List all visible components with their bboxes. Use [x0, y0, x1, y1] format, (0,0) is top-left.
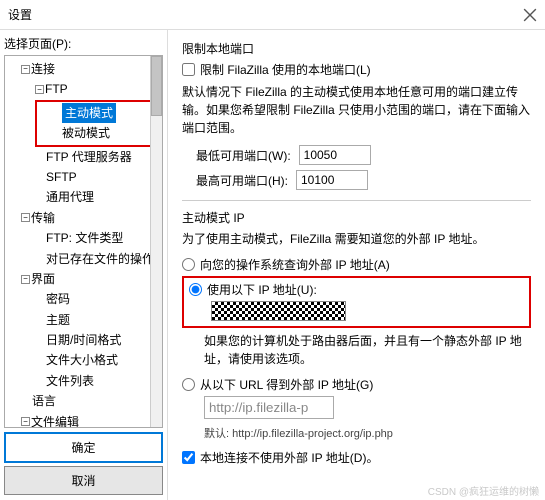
radio-ask-os-label: 向您的操作系统查询外部 IP 地址(A) — [200, 256, 390, 273]
watermark: CSDN @疯狂运维的树懒 — [428, 483, 539, 498]
expander-icon[interactable]: − — [35, 85, 44, 94]
url-default-note: 默认: http://ip.filezilla-project.org/ip.p… — [204, 425, 531, 441]
tree-file-types[interactable]: FTP: 文件类型 — [46, 228, 123, 248]
radio-ask-os[interactable] — [182, 258, 195, 271]
cancel-button[interactable]: 取消 — [4, 466, 163, 495]
window-title: 设置 — [8, 6, 32, 23]
tree-theme[interactable]: 主题 — [46, 310, 70, 330]
radio-from-url[interactable] — [182, 378, 195, 391]
tree-password[interactable]: 密码 — [46, 289, 70, 309]
tree-passive-mode[interactable]: 被动模式 — [62, 123, 110, 143]
group-limit-ports-title: 限制本地端口 — [182, 40, 531, 57]
low-port-input[interactable] — [299, 145, 371, 165]
low-port-label: 最低可用端口(W): — [196, 147, 291, 164]
ip-address-input[interactable] — [211, 301, 346, 321]
high-port-label: 最高可用端口(H): — [196, 172, 288, 189]
tree-filelist[interactable]: 文件列表 — [46, 371, 94, 391]
limit-ports-desc: 默认情况下 FileZilla 的主动模式使用本地任意可用的端口建立传输。如果您… — [182, 83, 531, 137]
limit-ports-checkbox[interactable] — [182, 63, 195, 76]
tree-ftp-proxy[interactable]: FTP 代理服务器 — [46, 147, 132, 167]
page-select-label: 选择页面(P): — [4, 35, 163, 52]
tree-ui[interactable]: 界面 — [31, 269, 55, 289]
local-no-external-label: 本地连接不使用外部 IP 地址(D)。 — [200, 449, 378, 466]
tree-transfer[interactable]: 传输 — [31, 208, 55, 228]
tree-file-edit[interactable]: 文件编辑 — [31, 412, 79, 427]
tree-language[interactable]: 语言 — [32, 391, 56, 411]
settings-tree[interactable]: −连接 −FTP 主动模式 被动模式 FTP 代理服务器 SFTP — [5, 56, 162, 427]
expander-icon[interactable]: − — [21, 417, 30, 426]
tree-connection[interactable]: 连接 — [31, 59, 55, 79]
radio-from-url-label: 从以下 URL 得到外部 IP 地址(G) — [200, 376, 373, 393]
radio-use-ip-label: 使用以下 IP 地址(U): — [207, 281, 317, 298]
local-no-external-checkbox[interactable] — [182, 451, 195, 464]
ok-button[interactable]: 确定 — [4, 432, 163, 463]
tree-generic-proxy[interactable]: 通用代理 — [46, 187, 94, 207]
group-active-ip-title: 主动模式 IP — [182, 209, 531, 226]
tree-filesize[interactable]: 文件大小格式 — [46, 350, 118, 370]
expander-icon[interactable]: − — [21, 275, 30, 284]
tree-existing-files[interactable]: 对已存在文件的操作 — [46, 249, 154, 269]
tree-datetime[interactable]: 日期/时间格式 — [46, 330, 121, 350]
expander-icon[interactable]: − — [21, 65, 30, 74]
url-input[interactable] — [204, 396, 334, 419]
expander-icon[interactable]: − — [21, 213, 30, 222]
tree-active-mode[interactable]: 主动模式 — [62, 103, 116, 123]
active-ip-desc: 为了使用主动模式，FileZilla 需要知道您的外部 IP 地址。 — [182, 230, 531, 248]
tree-scrollbar[interactable] — [150, 56, 162, 427]
radio-use-ip[interactable] — [189, 283, 202, 296]
close-icon[interactable] — [523, 8, 537, 22]
use-ip-note: 如果您的计算机处于路由器后面，并且有一个静态外部 IP 地址，请使用该选项。 — [204, 332, 531, 368]
tree-sftp[interactable]: SFTP — [46, 167, 77, 187]
tree-ftp[interactable]: FTP — [45, 79, 68, 99]
high-port-input[interactable] — [296, 170, 368, 190]
limit-ports-label: 限制 FilaZilla 使用的本地端口(L) — [200, 61, 371, 78]
